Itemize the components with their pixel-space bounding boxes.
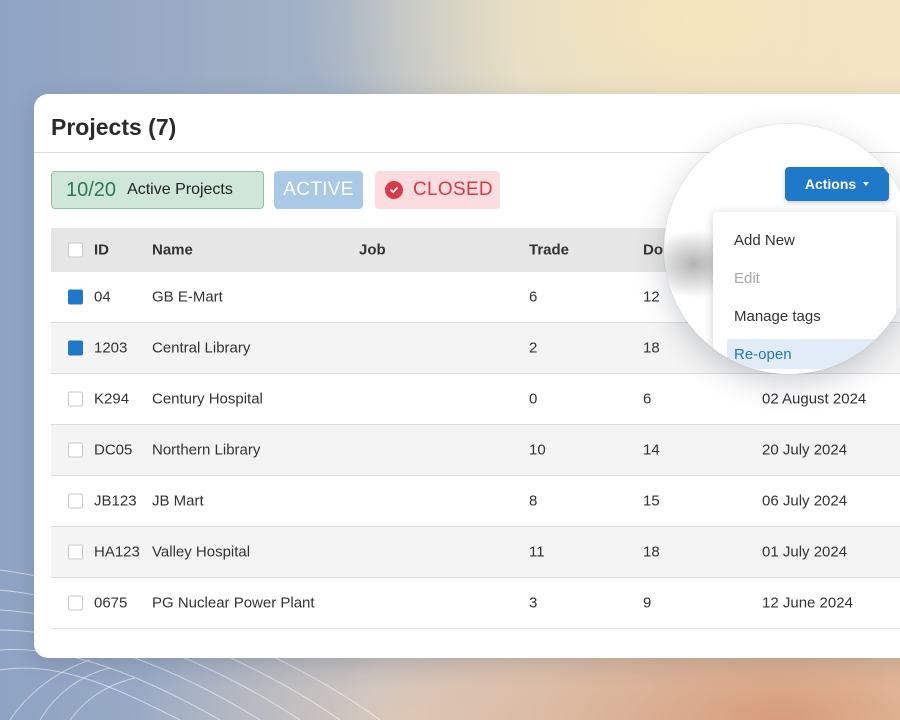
row-trade: 11 [529, 543, 545, 561]
row-trade: 8 [529, 492, 538, 510]
row-do: 12 [643, 288, 660, 306]
menu-item-edit: Edit [734, 269, 760, 287]
active-projects-count: 10/20 [66, 178, 117, 201]
row-trade: 3 [529, 594, 538, 612]
row-do: 6 [643, 390, 652, 408]
actions-button[interactable]: Actions [785, 167, 889, 201]
row-checkbox[interactable] [68, 340, 83, 356]
row-checkbox[interactable] [68, 442, 83, 458]
row-name: Central Library [152, 339, 251, 357]
row-checkbox[interactable] [68, 595, 83, 611]
menu-item-manage-tags[interactable]: Manage tags [727, 301, 882, 331]
row-id: JB123 [94, 492, 137, 510]
active-tag-filter[interactable]: ACTIVE [274, 171, 363, 209]
row-checkbox[interactable] [68, 289, 83, 305]
row-date: 02 August 2024 [762, 390, 867, 408]
column-header-job[interactable]: Job [359, 242, 386, 259]
select-all-checkbox[interactable] [68, 242, 83, 258]
table-row[interactable]: DC05 Northern Library 10 14 20 July 2024 [51, 425, 900, 476]
row-checkbox[interactable] [68, 391, 83, 407]
row-name: Century Hospital [152, 390, 263, 408]
row-id: 04 [94, 288, 111, 306]
row-checkbox[interactable] [68, 544, 83, 560]
row-id: HA123 [94, 543, 140, 561]
row-id: 1203 [94, 339, 128, 357]
row-do: 15 [643, 492, 660, 510]
column-header-do[interactable]: Do [643, 242, 663, 259]
column-header-trade[interactable]: Trade [529, 242, 569, 259]
row-trade: 0 [529, 390, 538, 408]
table-row[interactable]: K294 Century Hospital 0 6 02 August 2024 [51, 374, 900, 425]
row-do: 14 [643, 441, 660, 459]
row-trade: 2 [529, 339, 538, 357]
menu-item-add-new[interactable]: Add New [727, 225, 882, 255]
caret-down-icon [863, 182, 870, 186]
menu-item-re-open[interactable]: Re-open [727, 339, 882, 369]
row-name: JB Mart [152, 492, 204, 510]
row-name: Valley Hospital [152, 543, 251, 561]
row-date: 20 July 2024 [762, 441, 848, 459]
active-projects-filter[interactable]: 10/20 Active Projects [51, 171, 264, 209]
check-circle-icon [385, 181, 403, 199]
table-row[interactable]: HA123 Valley Hospital 11 18 01 July 2024 [51, 527, 900, 578]
row-do: 9 [643, 594, 652, 612]
table-row[interactable]: 0675 PG Nuclear Power Plant 3 9 12 June 2024 [51, 578, 900, 629]
row-trade: 10 [529, 441, 546, 459]
row-date: 12 June 2024 [762, 594, 853, 612]
table-row[interactable]: JB123 JB Mart 8 15 06 July 2024 [51, 476, 900, 527]
row-name: Northern Library [152, 441, 261, 459]
actions-menu: Add NewEditManage tagsRe-opence [713, 212, 896, 374]
row-id: DC05 [94, 441, 133, 459]
row-do: 18 [643, 543, 660, 561]
row-id: K294 [94, 390, 130, 408]
row-name: GB E-Mart [152, 288, 223, 306]
row-date: 06 July 2024 [762, 492, 848, 510]
page-title: Projects (7) [51, 114, 177, 140]
actions-button-label: Actions [804, 176, 857, 192]
row-trade: 6 [529, 288, 538, 306]
row-id: 0675 [94, 594, 128, 612]
projects-card: Projects (7) 10/20 Active Projects ACTIV… [34, 94, 900, 658]
row-checkbox[interactable] [68, 493, 83, 509]
row-name: PG Nuclear Power Plant [152, 594, 315, 612]
column-header-name[interactable]: Name [152, 242, 193, 259]
closed-tag-filter[interactable]: CLOSED [375, 171, 500, 209]
row-date: 01 July 2024 [762, 543, 848, 561]
row-do: 18 [643, 339, 660, 357]
actions-magnifier: Actions Add NewEditManage tagsRe-opence [664, 124, 900, 374]
closed-tag-label: CLOSED [413, 179, 493, 200]
column-header-id[interactable]: ID [94, 242, 109, 259]
active-projects-label: Active Projects [127, 181, 233, 198]
